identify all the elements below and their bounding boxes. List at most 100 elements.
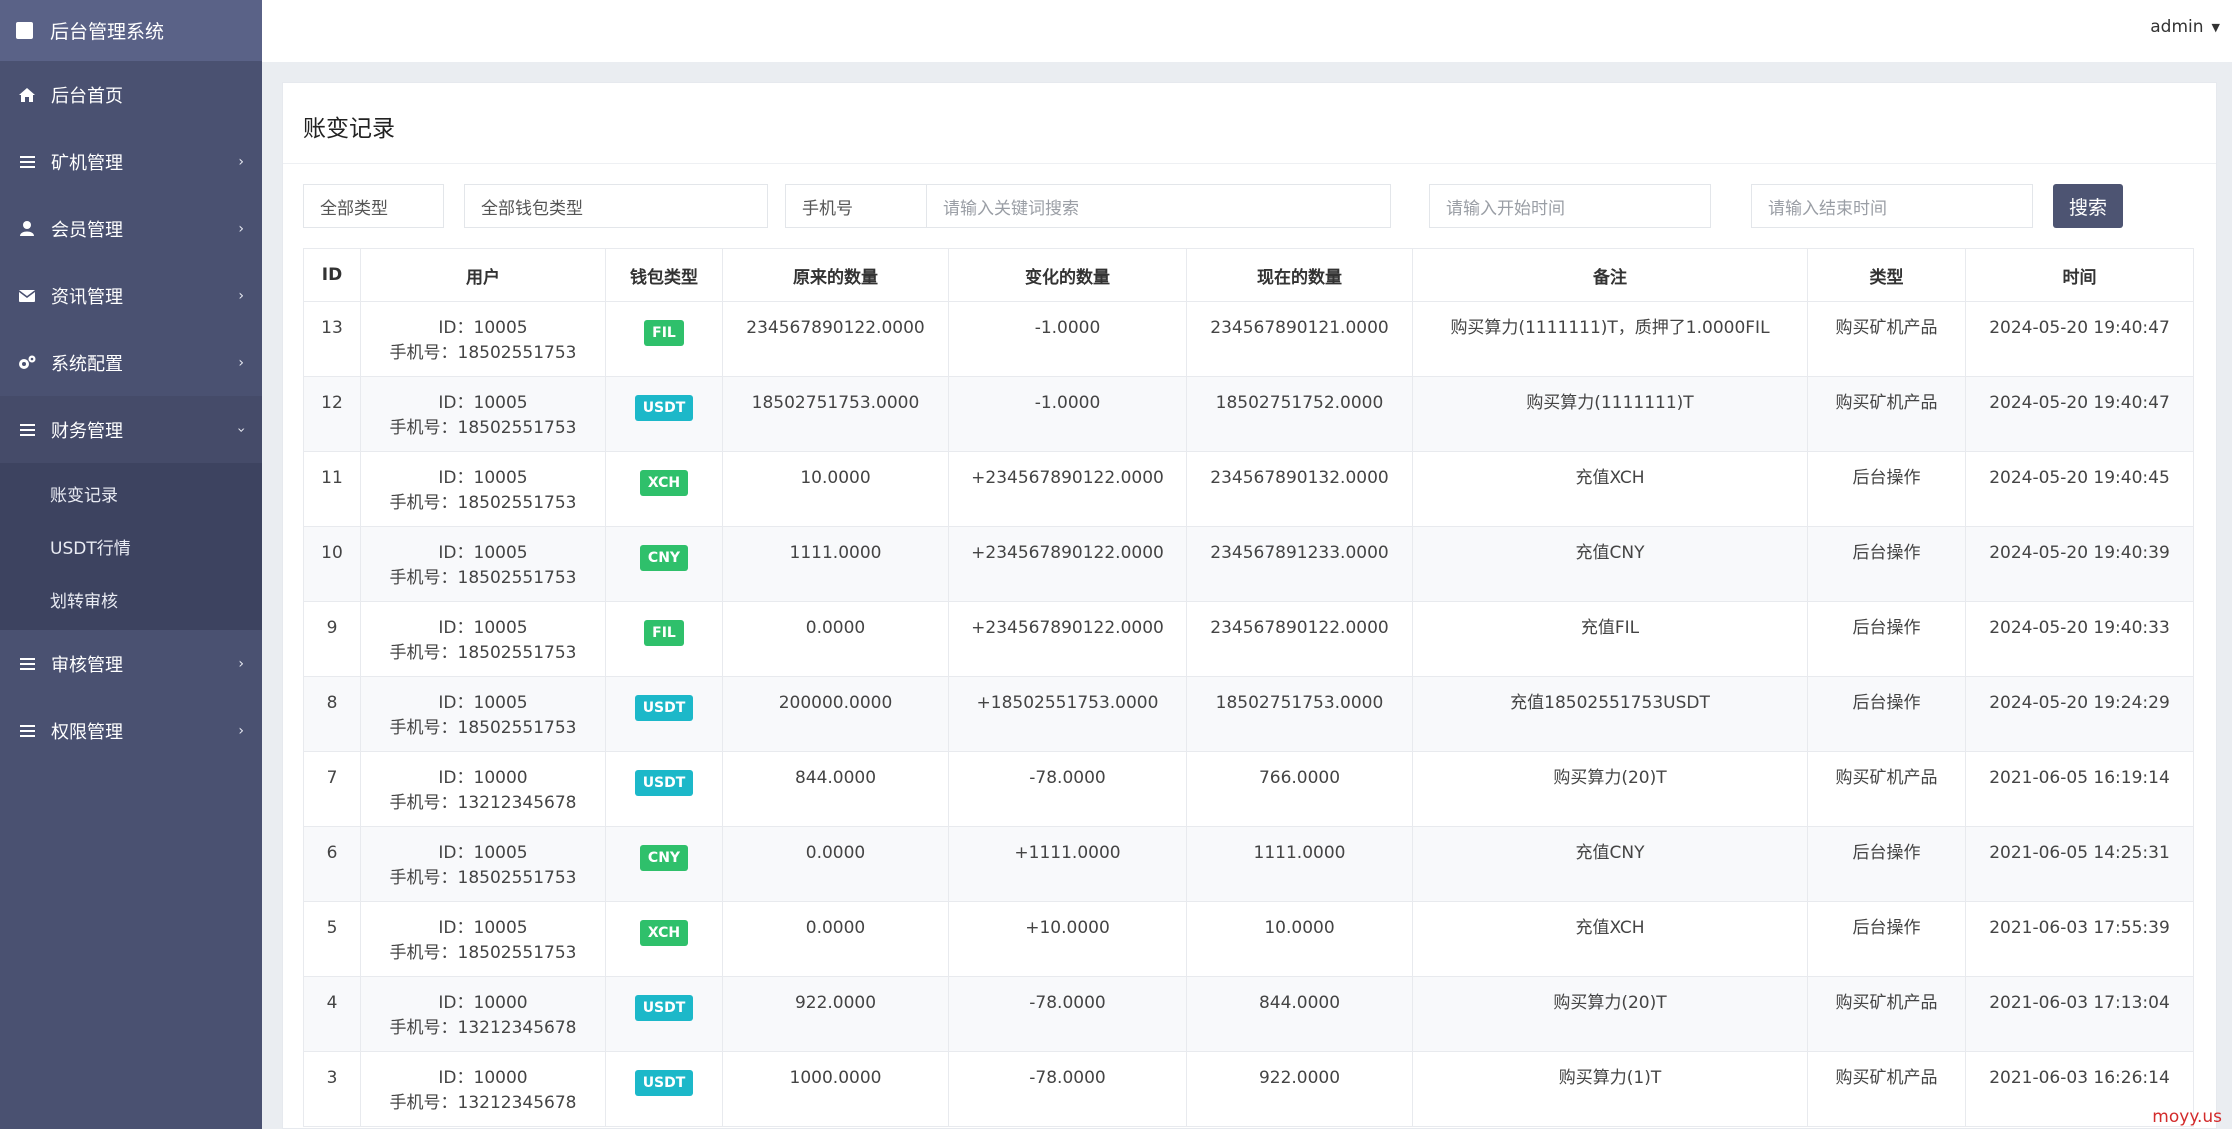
type-select[interactable]: 全部类型 [303, 184, 444, 228]
cell-change: +234567890122.0000 [948, 451, 1187, 527]
user-id: ID：10000 [438, 993, 528, 1013]
user-id: ID：10005 [438, 618, 528, 638]
cell-user: ID：10000 手机号：13212345678 [360, 751, 606, 827]
sidebar-item-members[interactable]: 会员管理 › [0, 195, 262, 262]
wallet-type-select[interactable]: 全部钱包类型 [464, 184, 768, 228]
cell-id: 9 [303, 601, 361, 677]
cell-wallet: FIL [605, 301, 723, 377]
cell-type: 购买矿机产品 [1807, 976, 1966, 1052]
cell-note: 充值CNY [1412, 526, 1808, 602]
cell-id: 7 [303, 751, 361, 827]
wallet-badge: FIL [644, 620, 684, 646]
cell-change: +234567890122.0000 [948, 526, 1187, 602]
list-icon [18, 421, 36, 439]
finance-submenu: 账变记录 USDT行情 划转审核 [0, 463, 262, 630]
table-row: 13 ID：10005 手机号：18502551753 FIL 234567890122… [303, 301, 2194, 377]
cell-before: 234567890122.0000 [722, 301, 949, 377]
brand[interactable]: 后台管理系统 [0, 0, 262, 61]
search-field-select[interactable]: 手机号 [785, 184, 927, 228]
cell-type: 购买矿机产品 [1807, 376, 1966, 452]
cell-change: -78.0000 [948, 1051, 1187, 1127]
sidebar-item-label: 审核管理 [51, 654, 123, 676]
sidebar-item-label: 财务管理 [51, 420, 123, 442]
cell-change: -78.0000 [948, 976, 1187, 1052]
sidebar-item-finance[interactable]: 财务管理 › [0, 396, 262, 463]
sidebar-item-label: 后台首页 [51, 85, 123, 107]
cell-wallet: USDT [605, 1051, 723, 1127]
sidebar-item-permissions[interactable]: 权限管理 › [0, 697, 262, 764]
cell-before: 18502751753.0000 [722, 376, 949, 452]
sidebar-item-miners[interactable]: 矿机管理 › [0, 128, 262, 195]
cell-note: 购买算力(1111111)T，质押了1.0000FIL [1412, 301, 1808, 377]
table-row: 9 ID：10005 手机号：18502551753 FIL 0.0000 +234567… [303, 601, 2194, 677]
cell-note: 充值18502551753USDT [1412, 676, 1808, 752]
cell-note: 充值CNY [1412, 826, 1808, 902]
cell-after: 18502751753.0000 [1186, 676, 1413, 752]
chevron-right-icon: › [238, 354, 244, 371]
user-id: ID：10005 [438, 693, 528, 713]
wallet-badge: USDT [634, 695, 694, 721]
cell-id: 11 [303, 451, 361, 527]
list-icon [18, 655, 36, 673]
cell-before: 0.0000 [722, 826, 949, 902]
username: admin [2150, 17, 2204, 37]
start-time-input[interactable]: 请输入开始时间 [1429, 184, 1711, 228]
user-menu[interactable]: admin ▼ [2150, 17, 2220, 37]
chevron-right-icon: › [238, 220, 244, 237]
table-row: 6 ID：10005 手机号：18502551753 CNY 0.0000 +1111.0… [303, 826, 2194, 902]
user-id: ID：10005 [438, 918, 528, 938]
sidebar-item-label: 矿机管理 [51, 152, 123, 174]
user-id: ID：10005 [438, 843, 528, 863]
user-phone: 手机号：18502551753 [389, 943, 577, 963]
cell-before: 844.0000 [722, 751, 949, 827]
submenu-item-usdt-market[interactable]: USDT行情 [0, 520, 262, 573]
cell-change: +1111.0000 [948, 826, 1187, 902]
cell-time: 2024-05-20 19:40:45 [1965, 451, 2194, 527]
list-icon [18, 153, 36, 171]
submenu-item-transfer-review[interactable]: 划转审核 [0, 573, 262, 626]
gears-icon [18, 354, 36, 372]
search-button[interactable]: 搜索 [2053, 184, 2123, 228]
table-row: 11 ID：10005 手机号：18502551753 XCH 10.0000 +2345… [303, 451, 2194, 527]
cell-id: 4 [303, 976, 361, 1052]
user-id: ID：10000 [438, 768, 528, 788]
cell-wallet: USDT [605, 751, 723, 827]
cell-type: 后台操作 [1807, 451, 1966, 527]
cell-before: 1111.0000 [722, 526, 949, 602]
cell-change: +18502551753.0000 [948, 676, 1187, 752]
cell-time: 2024-05-20 19:40:47 [1965, 376, 2194, 452]
user-icon [18, 220, 36, 238]
cell-wallet: USDT [605, 976, 723, 1052]
user-phone: 手机号：18502551753 [389, 868, 577, 888]
col-header-change: 变化的数量 [948, 248, 1187, 302]
table-row: 10 ID：10005 手机号：18502551753 CNY 1111.0000 +23… [303, 526, 2194, 602]
sidebar-item-label: 系统配置 [51, 353, 123, 375]
table-header-row: ID 用户 钱包类型 原来的数量 变化的数量 现在的数量 备注 类型 时间 [303, 248, 2194, 302]
sidebar-item-review[interactable]: 审核管理 › [0, 630, 262, 697]
cell-user: ID：10005 手机号：18502551753 [360, 451, 606, 527]
cell-note: 充值XCH [1412, 901, 1808, 977]
sidebar-item-dashboard[interactable]: 后台首页 [0, 61, 262, 128]
sidebar-item-system-config[interactable]: 系统配置 › [0, 329, 262, 396]
wallet-badge: XCH [639, 470, 689, 496]
table-row: 5 ID：10005 手机号：18502551753 XCH 0.0000 +10.000… [303, 901, 2194, 977]
list-icon [18, 722, 36, 740]
cell-id: 13 [303, 301, 361, 377]
col-header-id: ID [303, 248, 361, 302]
table-row: 7 ID：10000 手机号：13212345678 USDT 844.0000 -78.… [303, 751, 2194, 827]
cell-after: 844.0000 [1186, 976, 1413, 1052]
end-time-input[interactable]: 请输入结束时间 [1751, 184, 2033, 228]
submenu-item-transactions[interactable]: 账变记录 [0, 467, 262, 520]
sidebar-item-news[interactable]: 资讯管理 › [0, 262, 262, 329]
user-phone: 手机号：13212345678 [389, 1093, 577, 1113]
table-row: 3 ID：10000 手机号：13212345678 USDT 1000.0000 -78… [303, 1051, 2194, 1127]
caret-down-icon: ▼ [2211, 20, 2220, 34]
cell-before: 922.0000 [722, 976, 949, 1052]
transactions-table: ID 用户 钱包类型 原来的数量 变化的数量 现在的数量 备注 类型 时间 13… [303, 248, 2194, 1127]
cell-before: 10.0000 [722, 451, 949, 527]
cell-after: 234567890121.0000 [1186, 301, 1413, 377]
cell-wallet: USDT [605, 676, 723, 752]
cell-time: 2024-05-20 19:40:39 [1965, 526, 2194, 602]
keyword-search-input[interactable]: 请输入关键词搜索 [926, 184, 1391, 228]
cell-time: 2024-05-20 19:40:47 [1965, 301, 2194, 377]
